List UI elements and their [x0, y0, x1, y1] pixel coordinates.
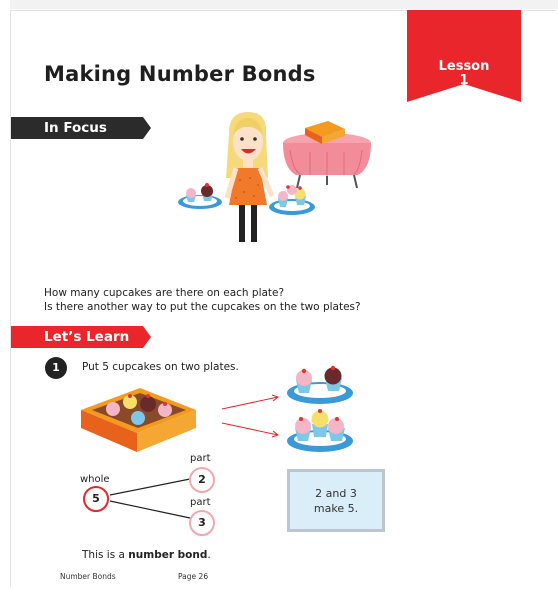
whole-label: whole — [80, 474, 110, 485]
part-label-top: part — [190, 453, 211, 464]
number-bond-note: 2 and 3 make 5. — [287, 469, 385, 532]
note-line-2: make 5. — [313, 502, 359, 515]
whole-circle: 5 — [83, 486, 109, 512]
plate-three-cupcakes-illustration — [287, 409, 353, 452]
cupcake-box-illustration — [81, 388, 196, 452]
caption-bold-term: number bond — [128, 549, 208, 561]
note-line-1: 2 and 3 — [315, 487, 357, 500]
part-circle-top: 2 — [189, 467, 215, 493]
part-label-bottom: part — [190, 497, 211, 508]
footer-page-number: Page 26 — [178, 572, 209, 581]
footer-section-name: Number Bonds — [60, 572, 116, 581]
plate-two-cupcakes-illustration — [287, 365, 353, 404]
number-bond-lines — [109, 478, 191, 519]
number-bond-caption: This is a number bond. — [82, 549, 211, 561]
caption-prefix: This is a — [82, 549, 129, 561]
caption-suffix: . — [207, 549, 211, 561]
arrow-icon — [221, 394, 280, 438]
part-circle-bottom: 3 — [189, 510, 215, 536]
